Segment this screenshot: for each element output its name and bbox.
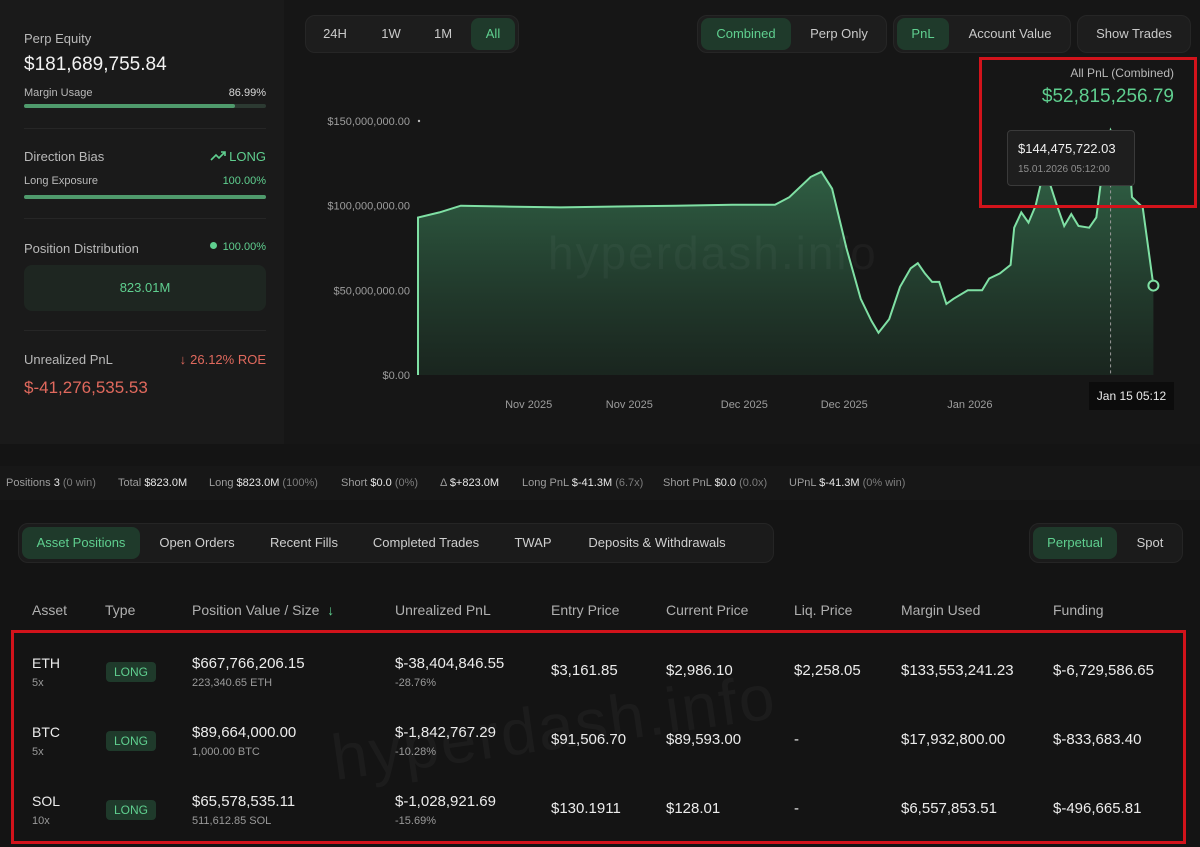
x-tick-label: Jan 2026: [947, 399, 992, 411]
tab-asset-positions[interactable]: Asset Positions: [22, 527, 140, 559]
margin-usage-bar: [24, 104, 266, 108]
stat-total: Total $823.0M: [118, 477, 188, 489]
direction-bias-label: Direction Bias: [24, 149, 105, 164]
divider: [24, 128, 266, 129]
tab-twap[interactable]: TWAP: [501, 527, 565, 559]
unrealized-pnl-value: $-41,276,535.53: [24, 378, 148, 397]
col-margin-used[interactable]: Margin Used: [901, 602, 980, 618]
stat-delta: Δ $+823.0M: [440, 477, 500, 489]
crosshair-date-label: Jan 15 05:12: [1089, 382, 1174, 410]
unrealized-pnl-label: Unrealized PnL: [24, 352, 113, 367]
stat-short: Short $0.0 (0%): [341, 477, 419, 489]
account-summary: Perp Equity $181,689,755.84 Margin Usage…: [0, 0, 284, 444]
market-toggle: Perpetual Spot: [1029, 523, 1183, 563]
unrealized-roe-value: 26.12% ROE: [190, 352, 266, 367]
arrow-down-icon: ↓: [179, 352, 187, 367]
time-range-selector: 24H 1W 1M All: [305, 15, 519, 53]
col-position-value[interactable]: Position Value / Size ↓: [192, 602, 334, 618]
highlight-box-positions: [11, 630, 1186, 844]
range-1w[interactable]: 1W: [366, 18, 416, 50]
range-all[interactable]: All: [471, 18, 515, 50]
last-point-marker: [1147, 279, 1160, 292]
x-tick-label: Nov 2025: [606, 399, 653, 411]
x-tick-label: Nov 2025: [505, 399, 552, 411]
sort-down-icon[interactable]: ↓: [327, 602, 334, 618]
divider: [24, 330, 266, 331]
x-tick-label: Dec 2025: [821, 399, 868, 411]
mode-perp-only[interactable]: Perp Only: [796, 18, 882, 50]
tab-perpetual[interactable]: Perpetual: [1033, 527, 1117, 559]
divider: [24, 218, 266, 219]
col-funding[interactable]: Funding: [1053, 602, 1104, 618]
position-distribution-bar[interactable]: 823.01M: [24, 265, 266, 311]
mode-combined[interactable]: Combined: [701, 18, 791, 50]
position-distribution-pct-wrap: 100.00%: [209, 241, 266, 253]
col-unrealized-pnl[interactable]: Unrealized PnL: [395, 602, 491, 618]
range-1m[interactable]: 1M: [418, 18, 468, 50]
tab-spot[interactable]: Spot: [1122, 527, 1178, 559]
col-current-price[interactable]: Current Price: [666, 602, 748, 618]
tab-deposits-withdrawals[interactable]: Deposits & Withdrawals: [575, 527, 739, 559]
stat-upnl: UPnL $-41.3M (0% win): [789, 477, 906, 489]
unrealized-roe: ↓ 26.12% ROE: [180, 352, 266, 367]
col-liq-price[interactable]: Liq. Price: [794, 602, 852, 618]
long-exposure-value: 100.00%: [222, 175, 266, 187]
stat-positions: Positions 3 (0 win): [6, 477, 96, 489]
tab-open-orders[interactable]: Open Orders: [147, 527, 247, 559]
show-trades-button[interactable]: Show Trades: [1080, 18, 1188, 50]
perp-equity-label: Perp Equity: [24, 31, 92, 46]
y-tick-label: $50,000,000.00: [334, 285, 410, 297]
long-exposure-bar-fill: [24, 195, 266, 199]
y-tick-label: $0.00: [382, 370, 410, 382]
margin-usage-value: 86.99%: [228, 87, 266, 99]
direction-bias-value: LONG: [229, 149, 266, 164]
highlight-box-pnl: [979, 57, 1197, 208]
metric-selector: PnL Account Value: [893, 15, 1071, 53]
metric-pnl[interactable]: PnL: [897, 18, 949, 50]
x-tick-label: Dec 2025: [721, 399, 768, 411]
perp-equity-value: $181,689,755.84: [24, 54, 167, 75]
position-distribution-pct: 100.00%: [222, 241, 266, 253]
y-tick-label: $100,000,000.00: [327, 201, 410, 213]
tab-recent-fills[interactable]: Recent Fills: [257, 527, 351, 559]
col-asset[interactable]: Asset: [32, 602, 67, 618]
tab-completed-trades[interactable]: Completed Trades: [361, 527, 491, 559]
axis-dot: [417, 119, 421, 123]
stat-short-pnl: Short PnL $0.0 (0.0x): [663, 477, 768, 489]
long-exposure-bar: [24, 195, 266, 199]
long-exposure-label: Long Exposure: [24, 175, 98, 187]
y-tick-label: $150,000,000.00: [327, 116, 410, 128]
range-24h[interactable]: 24H: [310, 18, 360, 50]
metric-account-value[interactable]: Account Value: [954, 18, 1066, 50]
position-distribution-value: 823.01M: [119, 280, 171, 295]
dot-icon: [209, 242, 217, 249]
position-distribution-label: Position Distribution: [24, 241, 139, 256]
watermark: hyperdash.info: [548, 226, 878, 280]
stats-strip: Positions 3 (0 win) Total $823.0M Long $…: [0, 466, 1200, 500]
show-trades-toggle: Show Trades: [1077, 15, 1191, 53]
col-type[interactable]: Type: [105, 602, 135, 618]
direction-bias: LONG: [210, 149, 266, 164]
view-mode-selector: Combined Perp Only: [697, 15, 887, 53]
margin-usage-label: Margin Usage: [24, 87, 93, 99]
stat-long: Long $823.0M (100%): [209, 477, 318, 489]
margin-usage-bar-fill: [24, 104, 235, 108]
stat-long-pnl: Long PnL $-41.3M (6.7x): [522, 477, 644, 489]
trending-up-icon: [210, 151, 226, 161]
positions-tabs: Asset Positions Open Orders Recent Fills…: [18, 523, 774, 563]
col-entry-price[interactable]: Entry Price: [551, 602, 619, 618]
